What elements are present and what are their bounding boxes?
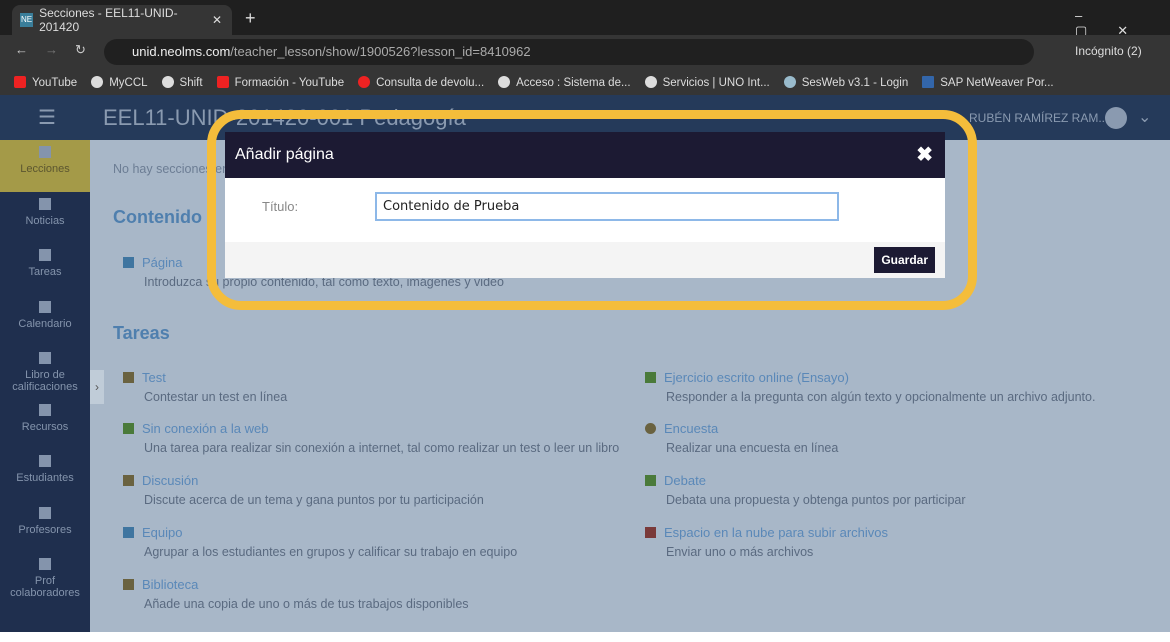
tab-title: Secciones - EEL11-UNID-201420 (39, 6, 178, 34)
task-discusion[interactable]: Discusión Discute acerca de un tema y gan… (123, 473, 623, 507)
title-label: Título: (262, 199, 299, 214)
chevron-down-icon[interactable]: ⌄ (1138, 107, 1151, 127)
checklist-icon (39, 249, 51, 261)
browser-tab[interactable]: NE Secciones - EEL11-UNID-201420 ✕ (12, 5, 232, 35)
modal-title: Añadir página (235, 146, 334, 163)
back-icon[interactable]: ← (15, 42, 28, 57)
favicon: NE (20, 13, 34, 27)
user-name[interactable]: RUBÉN RAMÍREZ RAM... (969, 111, 1108, 125)
address-bar-row: ← → ↻ unid.neolms.com/teacher_lesson/sho… (0, 35, 1170, 69)
sidebar-item-prof-colaboradores[interactable]: Prof colaboradores (0, 552, 90, 604)
sidebar-item-estudiantes[interactable]: Estudiantes (0, 449, 90, 501)
bookmark[interactable]: MyCCL (91, 75, 148, 89)
incognito-profile[interactable]: Incógnito (2) (1075, 44, 1142, 58)
bookmarks-bar: YouTube MyCCL Shift Formación - YouTube … (0, 69, 1170, 95)
menu-icon[interactable]: ☰ (38, 105, 56, 130)
close-icon[interactable]: ✖ (916, 142, 933, 167)
task-biblioteca[interactable]: Biblioteca Añade una copia de uno o más d… (123, 577, 623, 611)
user-icon (39, 506, 51, 519)
bookmark[interactable]: Consulta de devolu... (358, 75, 484, 89)
bookmark[interactable]: YouTube (14, 75, 77, 89)
sidebar-item-tareas[interactable]: Tareas (0, 243, 90, 295)
bookmark[interactable]: SAP NetWeaver Por... (922, 75, 1054, 89)
contenido-heading: Contenido (113, 207, 202, 227)
bookmark[interactable]: SesWeb v3.1 - Login (783, 75, 908, 89)
reload-icon[interactable]: ↻ (75, 42, 86, 58)
sidebar-item-calificaciones[interactable]: Libro de calificaciones (0, 346, 90, 398)
add-page-modal: Añadir página ✖ Título: Guardar (225, 132, 945, 278)
bookmark[interactable]: Formación - YouTube (216, 75, 344, 89)
calendar-icon (39, 300, 51, 313)
modal-footer: Guardar (225, 242, 945, 278)
new-tab-button[interactable]: + (245, 8, 256, 29)
news-icon (39, 197, 51, 210)
sidebar-item-calendario[interactable]: Calendario (0, 295, 90, 347)
task-encuesta[interactable]: Encuesta Realizar una encuesta en línea (645, 421, 1145, 455)
task-ensayo[interactable]: Ejercicio escrito online (Ensayo) Respond… (645, 370, 1145, 404)
notebook-icon (39, 146, 51, 158)
sidebar-toggle[interactable]: › (90, 370, 104, 404)
title-input[interactable] (375, 192, 839, 221)
sidebar: Lecciones Noticias Tareas Calendario Lib… (0, 140, 90, 632)
task-equipo[interactable]: Equipo Agrupar a los estudiantes en grupo… (123, 525, 623, 559)
bookmark[interactable]: Servicios | UNO Int... (644, 75, 770, 89)
sidebar-item-lecciones[interactable]: Lecciones (0, 140, 90, 192)
save-button[interactable]: Guardar (874, 247, 935, 273)
task-test[interactable]: Test Contestar un test en línea (123, 370, 623, 404)
sidebar-item-profesores[interactable]: Profesores (0, 501, 90, 553)
task-offline[interactable]: Sin conexión a la web Una tarea para real… (123, 421, 623, 455)
sidebar-item-recursos[interactable]: Recursos (0, 398, 90, 450)
tareas-heading: Tareas (113, 323, 170, 343)
user-icon (39, 558, 51, 570)
forward-icon[interactable]: → (45, 42, 58, 57)
close-tab-icon[interactable]: ✕ (212, 13, 222, 27)
browser-tab-bar: NE Secciones - EEL11-UNID-201420 ✕ + –▢✕ (0, 0, 1170, 38)
user-icon (39, 455, 51, 467)
url-input[interactable]: unid.neolms.com/teacher_lesson/show/1900… (104, 39, 1034, 65)
task-nube[interactable]: Espacio en la nube para subir archivos En… (645, 525, 1145, 559)
task-debate[interactable]: Debate Debata una propuesta y obtenga pun… (645, 473, 1145, 507)
modal-header: Añadir página ✖ (225, 132, 945, 178)
books-icon (39, 403, 51, 416)
sidebar-item-noticias[interactable]: Noticias (0, 192, 90, 244)
bookmark[interactable]: Shift (161, 75, 203, 89)
bookmark[interactable]: Acceso : Sistema de... (498, 75, 631, 89)
avatar[interactable] (1105, 107, 1127, 129)
bottom-edge (0, 632, 1170, 642)
gradebook-icon (39, 352, 51, 364)
